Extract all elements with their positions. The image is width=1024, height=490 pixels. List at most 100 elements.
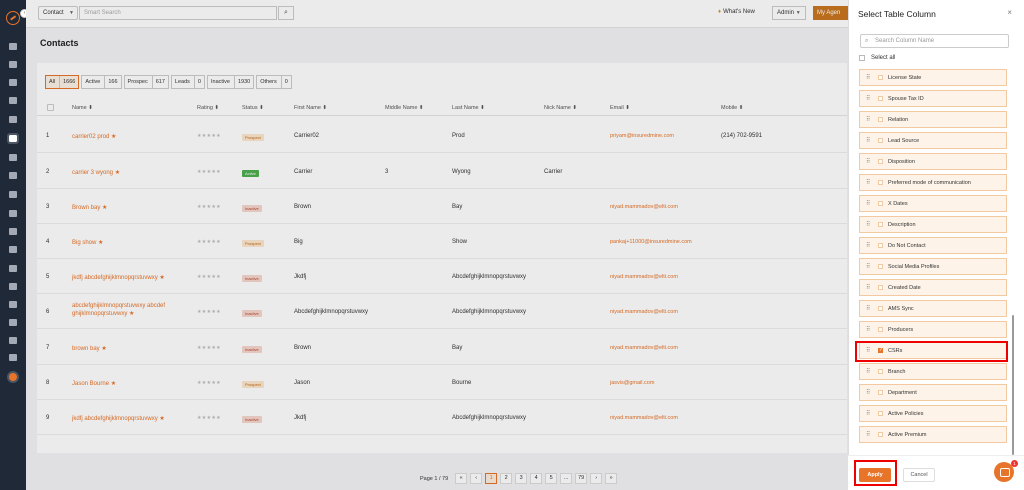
column-label: Created Date bbox=[888, 284, 921, 291]
briefcase-icon[interactable] bbox=[9, 116, 17, 123]
drag-handle-icon[interactable]: ⠿ bbox=[866, 179, 876, 186]
panel-scrollbar[interactable] bbox=[1012, 315, 1014, 455]
column-checkbox[interactable] bbox=[878, 285, 883, 290]
drag-handle-icon[interactable]: ⠿ bbox=[866, 242, 876, 249]
drag-handle-icon[interactable]: ⠿ bbox=[866, 305, 876, 312]
column-label: Active Policies bbox=[888, 410, 924, 417]
column-checkbox[interactable] bbox=[878, 75, 883, 80]
drag-handle-icon[interactable]: ⠿ bbox=[866, 116, 876, 123]
column-item[interactable]: ⠿ License State bbox=[859, 69, 1007, 86]
dashboard-icon[interactable] bbox=[9, 43, 17, 50]
column-item[interactable]: ⠿ Description bbox=[859, 216, 1007, 233]
column-item[interactable]: ⠿ Active Policies bbox=[859, 405, 1007, 422]
column-label: Producers bbox=[888, 326, 914, 333]
chat-badge: 1 bbox=[1011, 460, 1018, 467]
modal-backdrop[interactable] bbox=[26, 0, 848, 490]
bank-icon[interactable] bbox=[9, 97, 17, 104]
column-checkbox[interactable] bbox=[878, 327, 883, 332]
column-item[interactable]: ⠿ Producers bbox=[859, 321, 1007, 338]
column-item[interactable]: ⠿ Spouse Tax ID bbox=[859, 90, 1007, 107]
drag-handle-icon[interactable]: ⠿ bbox=[866, 74, 876, 81]
select-table-column-panel: Select Table Column × ⌕ Search Column Na… bbox=[848, 0, 1024, 490]
column-label: Do Not Contact bbox=[888, 242, 926, 249]
drag-handle-icon[interactable]: ⠿ bbox=[866, 389, 876, 396]
calendar-icon[interactable] bbox=[9, 265, 17, 272]
filter-icon[interactable] bbox=[9, 154, 17, 161]
column-label: Relation bbox=[888, 116, 909, 123]
column-item[interactable]: ⠿ Department bbox=[859, 384, 1007, 401]
column-item[interactable]: ⠿ Disposition bbox=[859, 153, 1007, 170]
column-checkbox[interactable] bbox=[878, 96, 883, 101]
column-list: ⠿ License State ⠿ Spouse Tax ID ⠿ Relation ⠿ Le… bbox=[859, 68, 1009, 448]
column-checkbox[interactable] bbox=[878, 222, 883, 227]
drag-handle-icon[interactable]: ⠿ bbox=[866, 95, 876, 102]
column-checkbox[interactable] bbox=[878, 369, 883, 374]
drag-handle-icon[interactable]: ⠿ bbox=[866, 368, 876, 375]
column-checkbox[interactable] bbox=[878, 159, 883, 164]
contacts-icon[interactable] bbox=[7, 133, 19, 144]
analytics-icon[interactable] bbox=[9, 337, 17, 344]
column-search-input[interactable]: ⌕ Search Column Name bbox=[860, 34, 1009, 48]
column-item[interactable]: ⠿ Do Not Contact bbox=[859, 237, 1007, 254]
panel-title: Select Table Column bbox=[858, 9, 936, 19]
column-checkbox[interactable] bbox=[878, 411, 883, 416]
search-icon: ⌕ bbox=[865, 38, 869, 44]
column-label: Active Premium bbox=[888, 431, 927, 438]
column-item[interactable]: ⠿ AMS Sync bbox=[859, 300, 1007, 317]
drag-handle-icon[interactable]: ⠿ bbox=[866, 221, 876, 228]
drag-handle-icon[interactable]: ⠿ bbox=[866, 263, 876, 270]
settings-icon[interactable] bbox=[9, 354, 17, 361]
drag-handle-icon[interactable]: ⠿ bbox=[866, 431, 876, 438]
column-search-placeholder: Search Column Name bbox=[875, 38, 935, 44]
column-item[interactable]: ⠿ Created Date bbox=[859, 279, 1007, 296]
close-icon[interactable]: × bbox=[1007, 8, 1012, 17]
column-checkbox[interactable] bbox=[878, 201, 883, 206]
column-label: License State bbox=[888, 74, 922, 81]
document-icon[interactable] bbox=[9, 191, 17, 198]
upload-icon[interactable] bbox=[9, 61, 17, 68]
column-item[interactable]: ⠿ Preferred mode of communication bbox=[859, 174, 1007, 191]
reports-icon[interactable] bbox=[9, 283, 17, 290]
column-item[interactable]: ⠿ Branch bbox=[859, 363, 1007, 380]
drag-handle-icon[interactable]: ⠿ bbox=[866, 326, 876, 333]
column-label: Description bbox=[888, 221, 916, 228]
drag-handle-icon[interactable]: ⠿ bbox=[866, 158, 876, 165]
checkbox[interactable] bbox=[859, 55, 865, 61]
drag-handle-icon[interactable]: ⠿ bbox=[866, 410, 876, 417]
column-checkbox[interactable] bbox=[878, 180, 883, 185]
column-item[interactable]: ⠿ Lead Source bbox=[859, 132, 1007, 149]
column-checkbox[interactable] bbox=[878, 432, 883, 437]
cancel-button[interactable]: Cancel bbox=[903, 468, 935, 482]
avatar[interactable] bbox=[7, 371, 19, 383]
column-checkbox[interactable] bbox=[878, 243, 883, 248]
column-label: Lead Source bbox=[888, 137, 920, 144]
users-icon[interactable] bbox=[9, 79, 17, 86]
column-item[interactable]: ⠿ X Dates bbox=[859, 195, 1007, 212]
drag-handle-icon[interactable]: ⠿ bbox=[866, 200, 876, 207]
drag-handle-icon[interactable]: ⠿ bbox=[866, 284, 876, 291]
automation-icon[interactable] bbox=[9, 319, 17, 326]
column-checkbox[interactable] bbox=[878, 306, 883, 311]
drag-handle-icon[interactable]: ⠿ bbox=[866, 137, 876, 144]
column-item[interactable]: ⠿ Relation bbox=[859, 111, 1007, 128]
column-item[interactable]: ⠿ Active Premium bbox=[859, 426, 1007, 443]
megaphone-icon[interactable] bbox=[9, 172, 17, 179]
book-icon[interactable] bbox=[9, 228, 17, 235]
apply-highlight-box bbox=[854, 460, 897, 486]
column-checkbox[interactable] bbox=[878, 117, 883, 122]
column-label: Preferred mode of communication bbox=[888, 179, 971, 186]
mail-icon[interactable] bbox=[9, 301, 17, 308]
select-all-label: Select all bbox=[871, 55, 896, 61]
column-item[interactable]: ⠿ Social Media Profiles bbox=[859, 258, 1007, 275]
column-checkbox[interactable] bbox=[878, 138, 883, 143]
select-all-checkbox[interactable]: Select all bbox=[859, 55, 895, 61]
column-label: Social Media Profiles bbox=[888, 263, 940, 270]
chart-icon[interactable] bbox=[9, 210, 17, 217]
column-label: Disposition bbox=[888, 158, 915, 165]
logo-icon[interactable] bbox=[6, 11, 20, 25]
column-checkbox[interactable] bbox=[878, 264, 883, 269]
google-icon[interactable] bbox=[9, 246, 17, 253]
column-label: X Dates bbox=[888, 200, 908, 207]
column-checkbox[interactable] bbox=[878, 390, 883, 395]
column-label: AMS Sync bbox=[888, 305, 914, 312]
